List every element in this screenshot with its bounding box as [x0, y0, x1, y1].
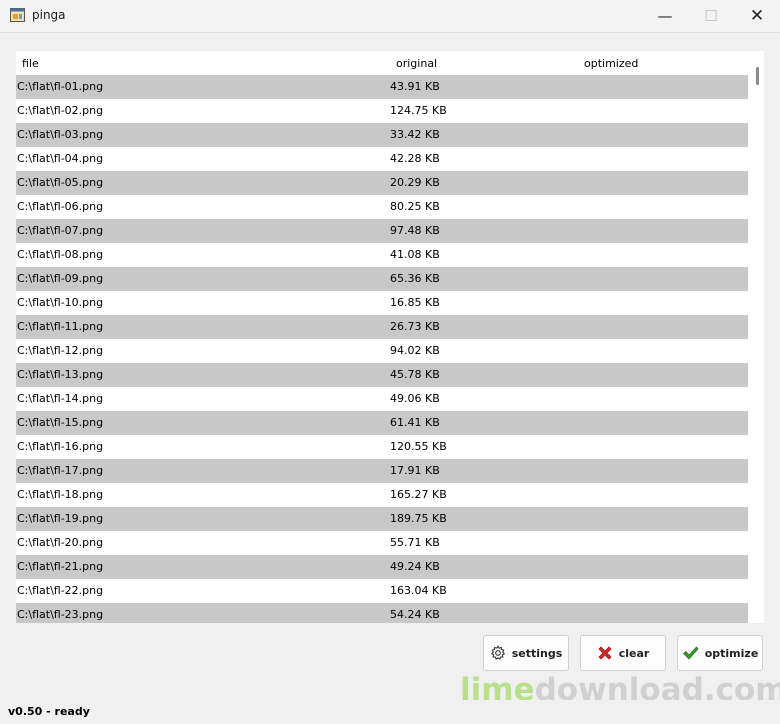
list-rows: C:\flat\fl-01.png 43.91 KB C:\flat\fl-02.p… — [16, 75, 748, 623]
settings-button[interactable]: settings — [483, 635, 569, 671]
app-icon — [10, 8, 25, 22]
original-size-cell: 43.91 KB — [390, 80, 440, 93]
original-size-cell: 49.24 KB — [390, 560, 440, 573]
file-cell: C:\flat\fl-19.png — [17, 512, 104, 525]
table-row[interactable]: C:\flat\fl-18.png 165.27 KB — [16, 483, 748, 507]
optimize-button[interactable]: optimize — [677, 635, 763, 671]
file-cell: C:\flat\fl-02.png — [17, 104, 104, 117]
table-row[interactable]: C:\flat\fl-01.png 43.91 KB — [16, 75, 748, 99]
original-size-cell: 54.24 KB — [390, 608, 440, 621]
file-cell: C:\flat\fl-18.png — [17, 488, 104, 501]
original-size-cell: 124.75 KB — [390, 104, 447, 117]
table-row[interactable]: C:\flat\fl-20.png 55.71 KB — [16, 531, 748, 555]
file-cell: C:\flat\fl-10.png — [17, 296, 104, 309]
file-cell: C:\flat\fl-14.png — [17, 392, 104, 405]
file-cell: C:\flat\fl-21.png — [17, 560, 104, 573]
original-size-cell: 45.78 KB — [390, 368, 440, 381]
original-size-cell: 41.08 KB — [390, 248, 440, 261]
table-row[interactable]: C:\flat\fl-17.png 17.91 KB — [16, 459, 748, 483]
original-size-cell: 97.48 KB — [390, 224, 440, 237]
file-cell: C:\flat\fl-07.png — [17, 224, 104, 237]
file-cell: C:\flat\fl-08.png — [17, 248, 104, 261]
file-cell: C:\flat\fl-11.png — [17, 320, 104, 333]
original-size-cell: 16.85 KB — [390, 296, 440, 309]
original-size-cell: 49.06 KB — [390, 392, 440, 405]
file-cell: C:\flat\fl-23.png — [17, 608, 104, 621]
file-cell: C:\flat\fl-05.png — [17, 176, 104, 189]
list-header: file original optimized — [16, 51, 748, 75]
settings-button-label: settings — [511, 646, 563, 660]
table-row[interactable]: C:\flat\fl-03.png 33.42 KB — [16, 123, 748, 147]
column-header-optimized[interactable]: optimized — [584, 57, 638, 70]
optimize-button-label: optimize — [704, 646, 759, 660]
original-size-cell: 55.71 KB — [390, 536, 440, 549]
vertical-scrollbar[interactable] — [751, 51, 764, 623]
file-cell: C:\flat\fl-17.png — [17, 464, 104, 477]
table-row[interactable]: C:\flat\fl-15.png 61.41 KB — [16, 411, 748, 435]
file-cell: C:\flat\fl-12.png — [17, 344, 104, 357]
status-text: v0.50 - ready — [8, 705, 90, 718]
table-row[interactable]: C:\flat\fl-22.png 163.04 KB — [16, 579, 748, 603]
original-size-cell: 163.04 KB — [390, 584, 447, 597]
original-size-cell: 33.42 KB — [390, 128, 440, 141]
original-size-cell: 165.27 KB — [390, 488, 447, 501]
original-size-cell: 20.29 KB — [390, 176, 440, 189]
table-row[interactable]: C:\flat\fl-13.png 45.78 KB — [16, 363, 748, 387]
close-icon: ✕ — [749, 6, 765, 26]
table-row[interactable]: C:\flat\fl-02.png 124.75 KB — [16, 99, 748, 123]
original-size-cell: 61.41 KB — [390, 416, 440, 429]
app-window: pinga — ☐ ✕ file original optimized C:\f… — [0, 0, 780, 724]
original-size-cell: 26.73 KB — [390, 320, 440, 333]
window-title: pinga — [32, 8, 66, 22]
file-cell: C:\flat\fl-22.png — [17, 584, 104, 597]
minimize-button[interactable]: — — [642, 0, 688, 32]
minimize-icon: — — [657, 7, 673, 25]
file-cell: C:\flat\fl-09.png — [17, 272, 104, 285]
file-cell: C:\flat\fl-20.png — [17, 536, 104, 549]
column-header-file[interactable]: file — [22, 57, 39, 70]
table-row[interactable]: C:\flat\fl-11.png 26.73 KB — [16, 315, 748, 339]
file-list[interactable]: file original optimized C:\flat\fl-01.pn… — [16, 51, 764, 623]
column-header-original[interactable]: original — [396, 57, 437, 70]
file-cell: C:\flat\fl-01.png — [17, 80, 104, 93]
table-row[interactable]: C:\flat\fl-10.png 16.85 KB — [16, 291, 748, 315]
table-row[interactable]: C:\flat\fl-16.png 120.55 KB — [16, 435, 748, 459]
table-row[interactable]: C:\flat\fl-12.png 94.02 KB — [16, 339, 748, 363]
table-row[interactable]: C:\flat\fl-09.png 65.36 KB — [16, 267, 748, 291]
file-cell: C:\flat\fl-15.png — [17, 416, 104, 429]
title-bar[interactable]: pinga — ☐ ✕ — [0, 0, 780, 33]
file-cell: C:\flat\fl-03.png — [17, 128, 104, 141]
table-row[interactable]: C:\flat\fl-23.png 54.24 KB — [16, 603, 748, 623]
table-row[interactable]: C:\flat\fl-14.png 49.06 KB — [16, 387, 748, 411]
table-row[interactable]: C:\flat\fl-06.png 80.25 KB — [16, 195, 748, 219]
red-x-icon — [597, 645, 613, 661]
green-check-icon — [682, 645, 699, 661]
gear-icon — [490, 645, 506, 661]
maximize-icon: ☐ — [704, 7, 718, 25]
close-button[interactable]: ✕ — [734, 0, 780, 32]
maximize-button[interactable]: ☐ — [688, 0, 734, 32]
file-cell: C:\flat\fl-04.png — [17, 152, 104, 165]
table-row[interactable]: C:\flat\fl-19.png 189.75 KB — [16, 507, 748, 531]
table-row[interactable]: C:\flat\fl-21.png 49.24 KB — [16, 555, 748, 579]
original-size-cell: 80.25 KB — [390, 200, 440, 213]
file-cell: C:\flat\fl-16.png — [17, 440, 104, 453]
clear-button-label: clear — [618, 646, 650, 660]
file-cell: C:\flat\fl-13.png — [17, 368, 104, 381]
status-bar: v0.50 - ready — [0, 700, 780, 724]
file-cell: C:\flat\fl-06.png — [17, 200, 104, 213]
original-size-cell: 42.28 KB — [390, 152, 440, 165]
original-size-cell: 189.75 KB — [390, 512, 447, 525]
original-size-cell: 120.55 KB — [390, 440, 447, 453]
scrollbar-thumb[interactable] — [756, 67, 759, 85]
original-size-cell: 65.36 KB — [390, 272, 440, 285]
original-size-cell: 17.91 KB — [390, 464, 440, 477]
table-row[interactable]: C:\flat\fl-07.png 97.48 KB — [16, 219, 748, 243]
table-row[interactable]: C:\flat\fl-05.png 20.29 KB — [16, 171, 748, 195]
clear-button[interactable]: clear — [580, 635, 666, 671]
table-row[interactable]: C:\flat\fl-08.png 41.08 KB — [16, 243, 748, 267]
original-size-cell: 94.02 KB — [390, 344, 440, 357]
table-row[interactable]: C:\flat\fl-04.png 42.28 KB — [16, 147, 748, 171]
